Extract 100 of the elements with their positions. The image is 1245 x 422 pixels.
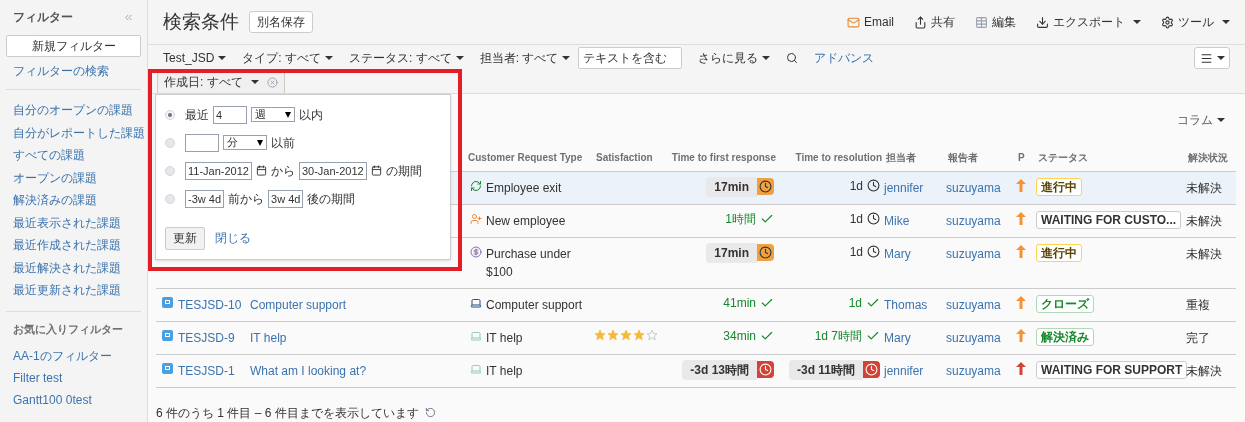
column-header[interactable]: 報告者 [946, 143, 1016, 172]
offset-field[interactable]: 3w 4d [268, 189, 304, 208]
sidebar-item[interactable]: 最近作成された課題 [6, 234, 141, 257]
radio-button[interactable] [165, 137, 175, 148]
column-header[interactable]: Customer Request Type [466, 143, 594, 172]
toolbar-button[interactable]: 共有 [914, 13, 955, 31]
option-text: 以内 [299, 106, 323, 124]
number-field[interactable] [185, 133, 219, 152]
criteria-dropdown[interactable]: 担当者: すべて [479, 49, 571, 68]
issue-summary[interactable]: Computer support [250, 298, 347, 312]
column-header[interactable]: Time to first response [658, 143, 778, 172]
caret-icon [1216, 56, 1225, 61]
laptop-icon [470, 330, 482, 342]
remove-icon[interactable] [266, 76, 278, 88]
more-dropdown[interactable]: さらに見る [698, 49, 771, 68]
table-cell-text: New employee [486, 213, 566, 230]
date-field[interactable]: 11-Jan-2012 [185, 161, 252, 180]
sidebar-title: フィルター [13, 9, 73, 26]
radio-button[interactable] [165, 109, 175, 120]
table-cell: 完了 [1186, 331, 1210, 345]
issue-key[interactable]: TESJSD-9 [178, 331, 235, 345]
sidebar-item[interactable]: 解決済みの課題 [6, 189, 141, 212]
table-cell-text: Employee exit [486, 180, 562, 197]
sidebar-item[interactable]: 最近更新された課題 [6, 279, 141, 302]
issue-key[interactable]: TESJSD-1 [178, 364, 235, 378]
check-icon [760, 329, 774, 343]
update-button[interactable]: 更新 [165, 226, 205, 250]
offset-field[interactable]: -3w 4d [185, 189, 225, 208]
status-lozenge: WAITING FOR SUPPORT [1036, 361, 1188, 379]
toolbar-button[interactable]: エクスポート [1036, 13, 1141, 31]
issue-summary[interactable]: What am I looking at? [250, 364, 367, 378]
column-header[interactable]: Satisfaction [594, 143, 658, 172]
columns-dropdown[interactable]: コラム [1177, 111, 1225, 130]
sidebar-item[interactable]: 最近解決された課題 [6, 256, 141, 279]
assignee-link[interactable]: jennifer [884, 364, 924, 378]
table-row[interactable]: TESJSD-9 IT help IT help 34min 1d 7時間 Mary suzuyama 解決済み 完了 [156, 321, 1236, 355]
criteria-dropdown[interactable]: ステータス: すべて [349, 49, 464, 68]
created-date-filter[interactable]: 作成日: すべて [157, 71, 285, 93]
text-search-field[interactable]: テキストを含む [578, 47, 683, 70]
check-icon [760, 212, 774, 226]
assignee-link[interactable]: Thomas [884, 298, 928, 312]
reporter-link[interactable]: suzuyama [946, 364, 1001, 378]
timer-value: 1d [848, 295, 862, 312]
issue-summary[interactable]: IT help [250, 331, 287, 345]
clock-icon [757, 178, 774, 196]
reporter-link[interactable]: suzuyama [946, 247, 1001, 261]
status-lozenge: クローズ [1036, 295, 1094, 313]
date-field[interactable]: 30-Jan-2012 [298, 161, 367, 180]
star-icon [594, 329, 606, 341]
menu-icon [1199, 51, 1213, 65]
sidebar-item[interactable]: すべての課題 [6, 144, 141, 167]
column-header[interactable]: 解決状況 [1186, 143, 1236, 172]
reporter-link[interactable]: suzuyama [946, 298, 1001, 312]
reporter-link[interactable]: suzuyama [946, 181, 1001, 195]
view-menu-button[interactable] [1194, 47, 1230, 70]
calendar-icon[interactable] [255, 165, 267, 177]
dollar-icon [470, 246, 482, 258]
sidebar-item[interactable]: 自分のオープンの課題 [6, 99, 141, 122]
radio-button[interactable] [165, 193, 175, 204]
toolbar-button[interactable]: ツール [1161, 13, 1230, 31]
assignee-link[interactable]: Mike [884, 214, 910, 228]
reporter-link[interactable]: suzuyama [946, 214, 1001, 228]
assignee-link[interactable]: jennifer [884, 181, 924, 195]
number-field[interactable]: 4 [213, 105, 247, 124]
filter-search-link[interactable]: フィルターの検索 [6, 62, 141, 80]
new-filter-button[interactable]: 新規フィルター [6, 35, 141, 57]
column-header[interactable]: 担当者 [884, 143, 946, 172]
criteria-dropdown[interactable]: タイプ: すべて [242, 49, 334, 68]
reporter-link[interactable]: suzuyama [946, 331, 1001, 345]
table-row[interactable]: TESJSD-1 What am I looking at? IT help -3d 13時間 -3d 11時間 jennifer suzuyama WAITING FOR SUPPORT 未解決 [156, 354, 1236, 388]
calendar-icon[interactable] [370, 165, 382, 177]
status-lozenge: 進行中 [1036, 178, 1082, 196]
unit-select[interactable]: 週 [251, 107, 295, 123]
timer-value: 34min [723, 328, 756, 345]
issue-key[interactable]: TESJSD-10 [178, 298, 242, 312]
toolbar-button[interactable]: Email [847, 13, 894, 31]
column-header[interactable]: P [1016, 143, 1036, 172]
timer-value: 1d [849, 178, 863, 195]
refresh-icon[interactable] [424, 407, 436, 419]
search-icon[interactable] [786, 52, 799, 65]
radio-button[interactable] [165, 165, 175, 176]
column-header[interactable]: Time to resolution [778, 143, 884, 172]
sidebar-item[interactable]: AA-1のフィルター [6, 345, 141, 367]
sidebar-item[interactable]: Filter test [6, 367, 141, 389]
sidebar-item[interactable]: オープンの課題 [6, 166, 141, 189]
column-header[interactable]: ステータス [1036, 143, 1186, 172]
toolbar-button[interactable]: 編集 [975, 13, 1016, 31]
advanced-link[interactable]: アドバンス [814, 49, 875, 68]
assignee-link[interactable]: Mary [884, 247, 911, 261]
clock-icon [757, 244, 774, 262]
table-row[interactable]: TESJSD-10 Computer support Computer support 41min 1d Thomas suzuyama クローズ 重複 [156, 288, 1236, 322]
sidebar-item[interactable]: Gantt100 0test [6, 389, 141, 411]
sidebar-item[interactable]: 最近表示された課題 [6, 211, 141, 234]
clock-icon [863, 361, 880, 379]
assignee-link[interactable]: Mary [884, 331, 911, 345]
criteria-dropdown[interactable]: Test_JSD [163, 49, 227, 68]
unit-select[interactable]: 分 [223, 135, 267, 151]
issue-type-icon [162, 363, 173, 374]
save-as-button[interactable]: 別名保存 [249, 11, 313, 33]
table-cell-text: IT help [486, 363, 523, 380]
